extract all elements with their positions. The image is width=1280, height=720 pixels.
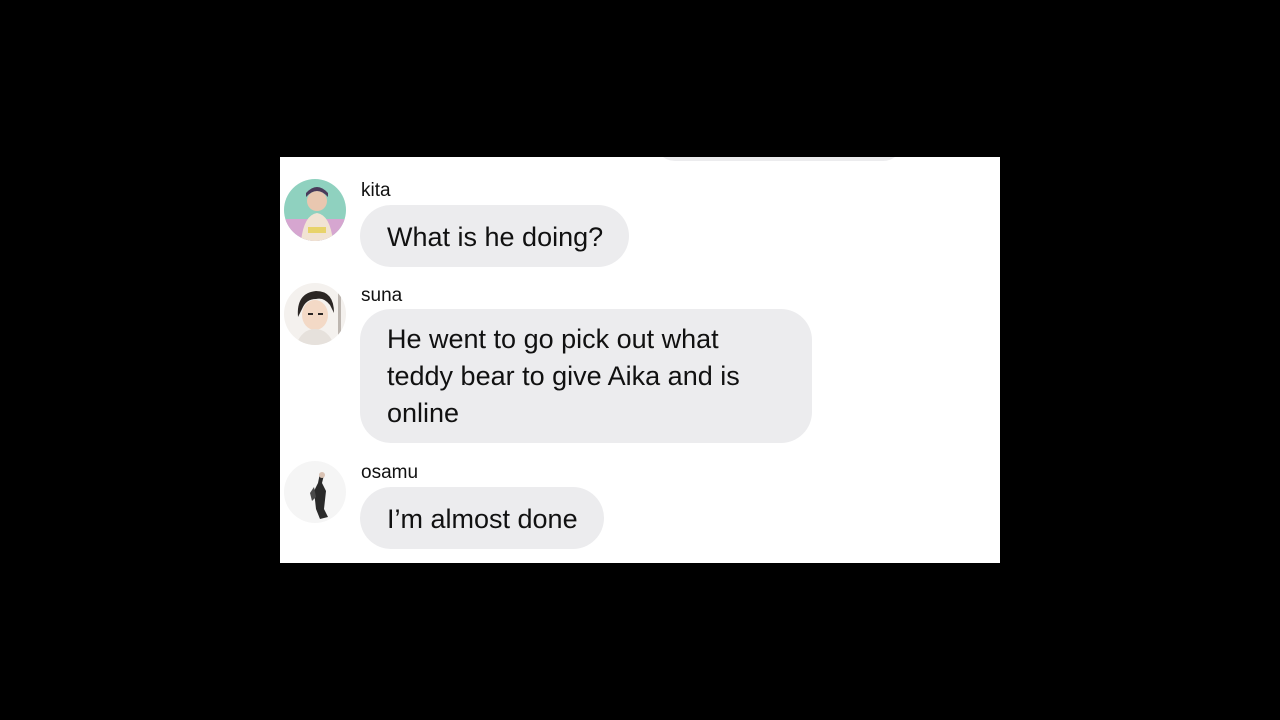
message-bubble[interactable]: What is he doing? — [360, 205, 630, 267]
sender-name: kita — [361, 180, 391, 201]
chat-window: kita What is he doing? suna He went to g… — [280, 157, 1000, 563]
suna-avatar-icon[interactable] — [284, 283, 346, 345]
sender-name: suna — [361, 285, 403, 306]
message-bubble[interactable]: He went to go pick out what teddy bear t… — [360, 309, 812, 443]
osamu-avatar-icon[interactable] — [284, 461, 346, 523]
message-bubble[interactable]: I’m almost done — [360, 487, 604, 549]
sender-name: osamu — [361, 462, 419, 483]
previous-message-bubble — [655, 157, 903, 161]
kita-avatar-icon[interactable] — [284, 179, 346, 241]
